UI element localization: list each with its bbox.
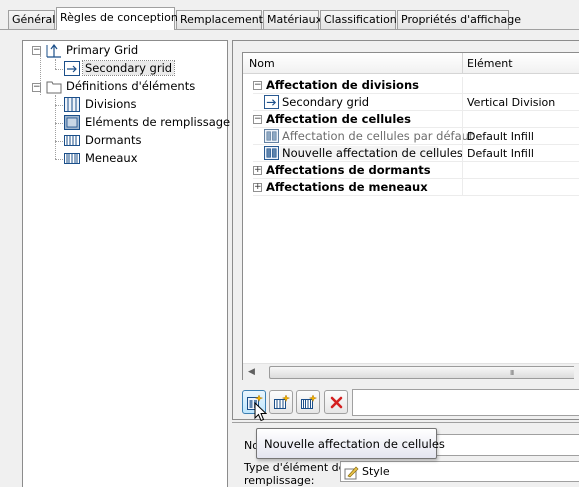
table-row[interactable]: Affectation de cellules par défaut Defau… xyxy=(243,128,579,145)
new-frame-assignment-icon xyxy=(274,394,290,409)
collapse-toggle[interactable]: − xyxy=(253,115,262,124)
scroll-left-arrow-icon[interactable]: ◀ xyxy=(243,364,260,381)
tree-item-frames[interactable]: Dormants xyxy=(85,132,141,150)
add-frame-assignment-button[interactable] xyxy=(269,390,293,414)
expand-toggle[interactable]: + xyxy=(253,183,262,192)
tab-classifications[interactable]: Classifications xyxy=(320,10,403,29)
group-label: Affectation de divisions xyxy=(266,78,419,92)
division-assignment-icon xyxy=(264,95,279,109)
tab-general[interactable]: Général xyxy=(8,10,55,29)
row-name: Secondary grid xyxy=(282,95,370,109)
cell-assignment-icon xyxy=(264,129,279,143)
tooltip: Nouvelle affectation de cellules xyxy=(256,428,445,459)
tab-strip: Général Règles de conception Remplacemen… xyxy=(0,0,579,30)
cell-assignment-icon xyxy=(264,146,279,160)
tree-item-label: Secondary grid xyxy=(81,60,176,76)
delete-button[interactable] xyxy=(324,390,348,414)
tree-item-primary-grid[interactable]: Primary Grid xyxy=(66,42,138,60)
grid-node-icon xyxy=(46,44,61,58)
table-row[interactable]: Secondary grid Vertical Division xyxy=(243,94,579,111)
panel-divider xyxy=(232,422,579,423)
tree-item-infill-elements[interactable]: Eléments de remplissage xyxy=(85,114,230,132)
row-name: Affectation de cellules par défaut xyxy=(282,129,474,143)
collapse-toggle[interactable]: − xyxy=(253,81,262,90)
tree-item-element-definitions[interactable]: Définitions d'éléments xyxy=(66,78,195,96)
infill-type-label: Type d'élément de xyxy=(244,461,346,474)
add-mullion-assignment-button[interactable] xyxy=(296,390,320,414)
horizontal-scrollbar[interactable]: ◀ III xyxy=(243,363,579,380)
grid-node-icon xyxy=(64,61,80,76)
infill-icon xyxy=(64,115,80,130)
table-row[interactable]: Nouvelle affectation de cellules Default… xyxy=(243,145,579,162)
group-row-division-assignments[interactable]: − Affectation de divisions xyxy=(243,77,579,94)
tree-connector xyxy=(55,59,56,69)
tab-display-properties[interactable]: Propriétés d'affichage xyxy=(397,10,521,29)
scrollbar-thumb[interactable]: III xyxy=(269,366,574,379)
infill-type-label-continued: remplissage: xyxy=(244,474,315,487)
tab-design-rules[interactable]: Règles de conception xyxy=(56,7,178,30)
assignments-grid[interactable]: Nom Elément − Affectation de divisions S… xyxy=(242,52,579,380)
style-icon xyxy=(344,466,359,480)
group-label: Affectations de dormants xyxy=(266,163,431,177)
group-label: Affectation de cellules xyxy=(266,112,411,126)
group-row-frame-assignments[interactable]: + Affectations de dormants xyxy=(243,162,579,179)
tab-materials[interactable]: Matériaux xyxy=(263,10,322,29)
row-name: Nouvelle affectation de cellules xyxy=(280,146,463,160)
folder-icon xyxy=(46,81,62,94)
expand-toggle[interactable]: + xyxy=(253,166,262,175)
group-row-cell-assignments[interactable]: − Affectation de cellules xyxy=(243,111,579,128)
infill-type-select[interactable]: Style xyxy=(340,461,579,482)
group-label: Affectations de meneaux xyxy=(266,180,428,194)
design-rules-tree[interactable]: − Primary Grid Secondary grid − Définiti… xyxy=(22,40,230,487)
column-separator[interactable] xyxy=(462,53,463,74)
row-element[interactable]: Vertical Division xyxy=(467,96,555,109)
new-mullion-assignment-icon xyxy=(301,394,317,409)
collapse-toggle-element-definitions[interactable]: − xyxy=(32,83,41,92)
delete-icon xyxy=(330,396,343,409)
row-element[interactable]: Default Infill xyxy=(467,147,534,160)
mullions-icon xyxy=(64,153,80,164)
row-element[interactable]: Default Infill xyxy=(467,130,534,143)
column-header-name[interactable]: Nom xyxy=(249,57,275,70)
tree-item-secondary-grid[interactable]: Secondary grid xyxy=(81,60,176,78)
toolbar-info-field xyxy=(352,389,579,416)
grid-header: Nom Elément xyxy=(243,53,579,74)
tree-item-divisions[interactable]: Divisions xyxy=(85,96,137,114)
mouse-cursor-icon xyxy=(254,402,267,422)
frames-icon xyxy=(64,135,80,146)
collapse-toggle-primary-grid[interactable]: − xyxy=(32,46,41,55)
tab-overrides[interactable]: Remplacements xyxy=(176,10,269,29)
scrollbar-grip: III xyxy=(510,369,514,377)
infill-type-value: Style xyxy=(362,465,390,478)
tree-item-mullions[interactable]: Meneaux xyxy=(85,150,138,168)
group-row-mullion-assignments[interactable]: + Affectations de meneaux xyxy=(243,179,579,196)
column-header-element[interactable]: Elément xyxy=(467,57,513,70)
divisions-icon xyxy=(64,97,80,112)
